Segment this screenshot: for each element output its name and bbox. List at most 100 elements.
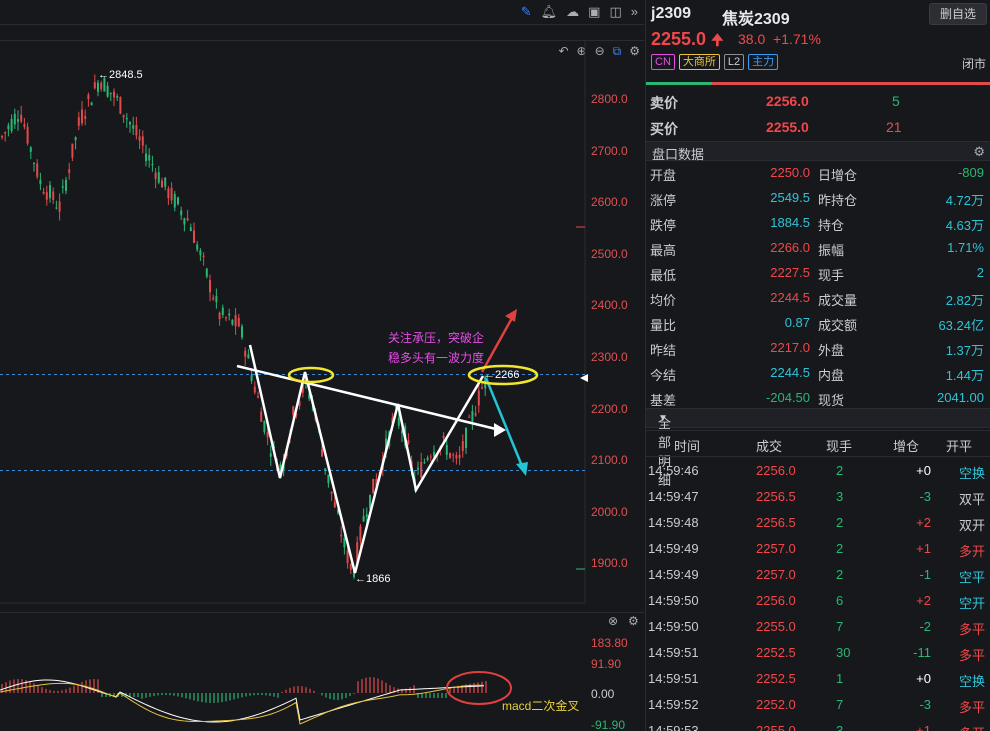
contract-name: 焦炭2309	[722, 11, 790, 28]
candle-body	[253, 386, 256, 393]
tick-price: 2256.5	[756, 489, 796, 504]
close-icon[interactable]: ⊗	[608, 614, 618, 628]
tick-volume: 7	[836, 697, 844, 712]
candle-body	[449, 453, 451, 458]
tick-price: 2257.0	[756, 541, 796, 556]
candle-body	[465, 427, 467, 449]
tick-row: 14:59:52 2252.0 7 -3 多平	[646, 691, 990, 717]
price-tick: 2100.0	[591, 453, 628, 468]
tick-volume: 30	[836, 645, 851, 660]
pankou-label: 现货	[818, 393, 845, 408]
tick-time: 14:59:47	[648, 489, 699, 504]
tick-time: 14:59:49	[648, 541, 699, 556]
pankou-value: -204.50	[765, 390, 810, 405]
candle-body	[100, 82, 103, 89]
price-tick: 2300.0	[591, 350, 628, 364]
kline-panel[interactable]: ✎ 🔔︎ ☁ ▣ ◫ » ↶ ⊕ ⊖ ⧉ ⚙ 2800.0 2700.0 2600.…	[0, 0, 644, 731]
tick-oi-change: -11	[913, 645, 931, 660]
tick-price: 2252.5	[756, 671, 796, 686]
tick-time: 14:59:46	[648, 463, 699, 478]
ticks-header[interactable]: 全部明细 ▼ 筛选⏷	[646, 408, 990, 488]
candle-body	[20, 114, 23, 122]
tick-row: 14:59:49 2257.0 2 +1 多开	[646, 535, 990, 561]
tick-row: 14:59:46 2256.0 2 +0 空换	[646, 457, 990, 483]
pankou-label: 昨持仓	[818, 193, 858, 208]
candle-body	[4, 132, 7, 134]
candle-body	[349, 563, 352, 570]
tick-time: 14:59:51	[648, 671, 699, 686]
pankou-label: 基差	[650, 393, 677, 408]
candle-body	[167, 188, 170, 199]
candle-body	[29, 147, 32, 152]
candle-body	[36, 163, 39, 177]
candle-body	[45, 192, 48, 200]
arrow-up-icon: 🠉	[711, 32, 724, 49]
candle-body	[74, 137, 77, 141]
candle-body	[333, 501, 336, 508]
macd-tick: 91.90	[591, 657, 622, 671]
candle-body	[189, 227, 192, 232]
pankou-value: 1.44万	[945, 368, 984, 383]
badge-exchange: 大商所	[678, 54, 720, 70]
col-time: 时间	[674, 439, 701, 454]
candle-body	[202, 255, 205, 257]
candle-body	[481, 387, 483, 389]
candle-body	[129, 122, 131, 125]
tick-oi-change: -3	[919, 697, 931, 712]
candle-body	[257, 395, 259, 398]
tick-oi-change: +1	[916, 541, 931, 556]
candle-body	[1, 135, 3, 138]
macd-dif-line	[0, 679, 485, 723]
candle-body	[212, 297, 215, 300]
remove-watchlist-button[interactable]: 删自选	[929, 3, 987, 25]
candle-body	[231, 319, 234, 325]
candle-body	[151, 163, 154, 166]
tick-row: 14:59:48 2256.5 2 +2 双开	[646, 509, 990, 535]
candle-body	[417, 467, 419, 470]
candle-body	[7, 125, 10, 130]
candle-body	[372, 478, 375, 494]
candle-body	[455, 455, 458, 459]
badge-cn: CN	[651, 54, 675, 70]
candle-body	[97, 82, 99, 92]
candle-body	[247, 354, 250, 359]
tick-row: 14:59:47 2256.5 3 -3 双平	[646, 483, 990, 509]
tick-oi-change: -3	[919, 489, 931, 504]
pankou-header[interactable]: 盘口数据 ⚙	[646, 141, 990, 162]
badges: CN 大商所 L2 主力	[651, 54, 779, 70]
candle-body	[42, 191, 45, 194]
high-tag-value: 2848.5	[109, 69, 143, 81]
divider	[646, 430, 990, 431]
candle-body	[173, 194, 176, 208]
candle-body	[477, 390, 480, 406]
settings-icon[interactable]: ⚙	[628, 614, 639, 628]
tick-oi-change: +2	[916, 515, 931, 530]
candle-body	[77, 117, 80, 126]
pankou-value: 2549.5	[770, 190, 810, 205]
tick-type: 双平	[959, 492, 986, 507]
tick-type: 空平	[959, 570, 986, 585]
price-tick: 2400.0	[591, 298, 628, 313]
candle-body	[180, 210, 183, 216]
pankou-value: 2217.0	[770, 340, 810, 355]
candle-body	[119, 97, 122, 114]
col-oi-change: 增仓	[893, 439, 920, 454]
tick-oi-change: +2	[916, 593, 931, 608]
candle-body	[215, 295, 218, 303]
pankou-value: 2244.5	[770, 290, 810, 305]
settings-icon[interactable]: ⚙	[973, 144, 985, 160]
caret-down-icon: ▼	[658, 413, 668, 424]
price-tick: 1900.0	[591, 556, 628, 571]
pankou-value: 2041.00	[937, 390, 984, 405]
candle-body	[228, 313, 231, 316]
low-tag: ←1866	[355, 573, 391, 585]
tick-volume: 3	[836, 723, 844, 731]
pankou-label: 量比	[650, 318, 677, 333]
tick-time: 14:59:51	[648, 645, 699, 660]
candle-body	[93, 82, 96, 89]
pankou-value: 2250.0	[770, 165, 810, 180]
candle-body	[10, 119, 13, 132]
tick-time: 14:59:48	[648, 515, 699, 530]
candle-body	[362, 516, 365, 522]
tick-row: 14:59:50 2256.0 6 +2 空开	[646, 587, 990, 613]
